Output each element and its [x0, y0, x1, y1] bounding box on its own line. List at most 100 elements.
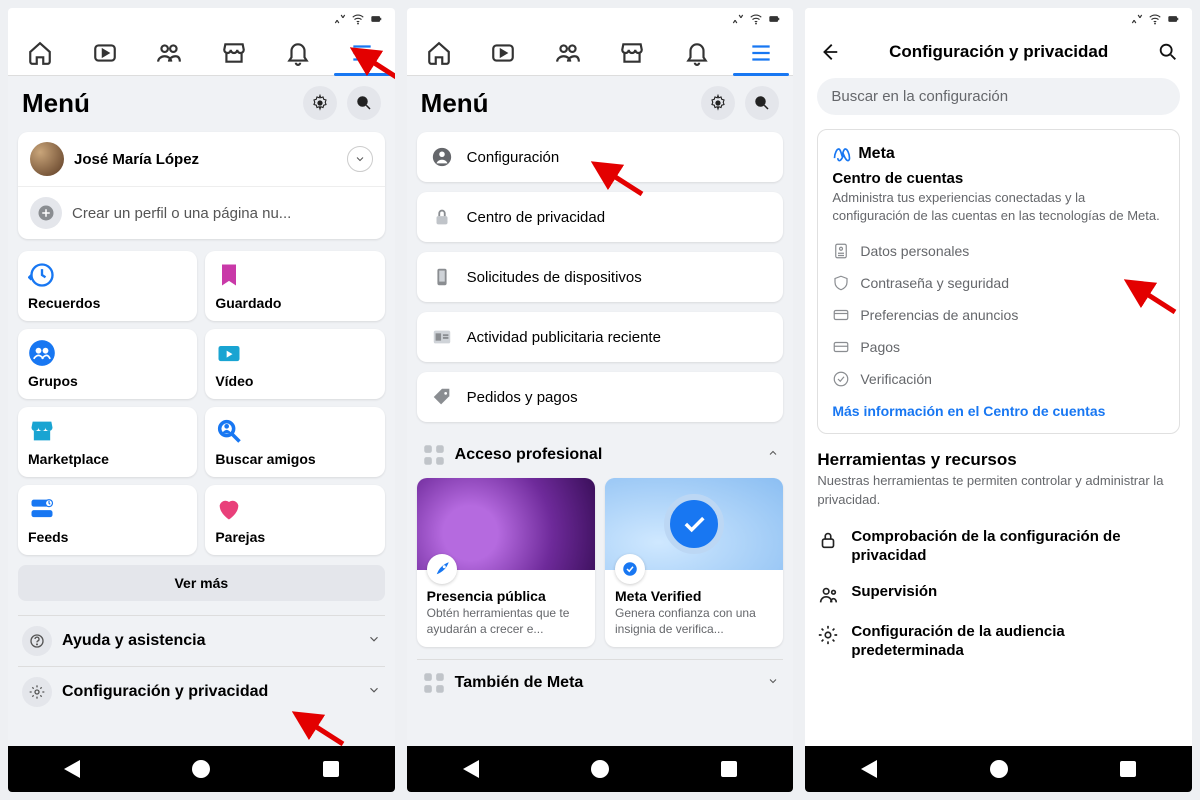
nav-marketplace-icon[interactable] — [600, 30, 664, 75]
verified-badge-icon — [615, 554, 645, 584]
ac-row-verification[interactable]: Verificación — [832, 363, 1165, 395]
android-nav-bar — [407, 746, 794, 792]
chevron-down-icon — [767, 674, 779, 692]
rocket-badge-icon — [427, 554, 457, 584]
tool-label: Supervisión — [851, 582, 937, 602]
pro-card-public-presence[interactable]: Presencia pública Obtén herramientas que… — [417, 478, 595, 647]
android-back-button[interactable] — [463, 760, 479, 778]
settings-item-label: Pedidos y pagos — [467, 389, 578, 406]
device-icon — [429, 264, 455, 290]
android-statusbar — [805, 8, 1192, 30]
profile-switcher-chevron[interactable] — [347, 146, 373, 172]
signal-arrows-icon — [333, 12, 347, 26]
facebook-top-nav — [407, 30, 794, 76]
android-home-button[interactable] — [591, 760, 609, 778]
shortcut-saved[interactable]: Guardado — [205, 251, 384, 321]
help-icon — [22, 626, 52, 656]
shortcut-label: Vídeo — [215, 373, 374, 389]
wifi-icon — [749, 12, 763, 26]
settings-item-ad-activity[interactable]: Actividad publicitaria reciente — [417, 312, 784, 362]
settings-item-privacy-center[interactable]: Centro de privacidad — [417, 192, 784, 242]
ac-row-ad-preferences[interactable]: Preferencias de anuncios — [832, 299, 1165, 331]
user-gear-icon — [429, 144, 455, 170]
meta-brand-label: Meta — [858, 145, 894, 163]
shortcut-groups[interactable]: Grupos — [18, 329, 197, 399]
shortcut-video[interactable]: Vídeo — [205, 329, 384, 399]
shortcut-find-friends[interactable]: Buscar amigos — [205, 407, 384, 477]
memories-icon — [28, 261, 56, 289]
settings-header: Configuración y privacidad — [805, 30, 1192, 78]
nav-menu-icon[interactable] — [729, 30, 793, 75]
shortcut-label: Feeds — [28, 529, 187, 545]
shortcut-dating[interactable]: Parejas — [205, 485, 384, 555]
android-recents-button[interactable] — [1120, 761, 1136, 777]
shortcut-marketplace[interactable]: Marketplace — [18, 407, 197, 477]
video-icon — [215, 339, 243, 367]
section-label: También de Meta — [455, 674, 768, 692]
android-recents-button[interactable] — [721, 761, 737, 777]
ac-row-payments[interactable]: Pagos — [832, 331, 1165, 363]
nav-menu-icon[interactable] — [330, 30, 394, 75]
nav-watch-icon[interactable] — [471, 30, 535, 75]
menu-search-button[interactable] — [745, 86, 779, 120]
tools-description: Nuestras herramientas te permiten contro… — [817, 472, 1180, 508]
profile-name: José María López — [74, 151, 347, 168]
nav-friends-icon[interactable] — [536, 30, 600, 75]
shortcut-memories[interactable]: Recuerdos — [18, 251, 197, 321]
ac-row-password-security[interactable]: Contraseña y seguridad — [832, 267, 1165, 299]
settings-item-label: Centro de privacidad — [467, 209, 605, 226]
professional-access-header[interactable]: Acceso profesional — [417, 432, 784, 478]
tool-label: Comprobación de la configuración de priv… — [851, 527, 1180, 566]
search-button[interactable] — [1154, 38, 1182, 66]
tool-label: Configuración de la audiencia predetermi… — [851, 622, 1180, 661]
android-back-button[interactable] — [861, 760, 877, 778]
settings-item-orders-payments[interactable]: Pedidos y pagos — [417, 372, 784, 422]
android-recents-button[interactable] — [323, 761, 339, 777]
nav-notifications-icon[interactable] — [266, 30, 330, 75]
settings-item-configuration[interactable]: Configuración — [417, 132, 784, 182]
tools-resources-section: Herramientas y recursos Nuestras herrami… — [817, 450, 1180, 668]
verified-check-icon — [664, 494, 724, 554]
help-section[interactable]: Ayuda y asistencia — [18, 615, 385, 666]
nav-home-icon[interactable] — [8, 30, 72, 75]
phone-screenshot-1: Menú José María López Crear un perfil o … — [8, 8, 395, 792]
menu-search-button[interactable] — [347, 86, 381, 120]
ac-row-personal-data[interactable]: Datos personales — [832, 235, 1165, 267]
nav-watch-icon[interactable] — [72, 30, 136, 75]
feeds-icon — [28, 495, 56, 523]
shortcut-feeds[interactable]: Feeds — [18, 485, 197, 555]
settings-item-device-requests[interactable]: Solicitudes de dispositivos — [417, 252, 784, 302]
chevron-up-icon — [767, 446, 779, 464]
see-more-button[interactable]: Ver más — [18, 565, 385, 601]
settings-gear-button[interactable] — [303, 86, 337, 120]
nav-marketplace-icon[interactable] — [201, 30, 265, 75]
meta-logo-icon — [832, 144, 852, 164]
signal-arrows-icon — [731, 12, 745, 26]
tool-row-default-audience[interactable]: Configuración de la audiencia predetermi… — [817, 614, 1180, 669]
tool-row-supervision[interactable]: Supervisión — [817, 574, 1180, 614]
shortcut-label: Marketplace — [28, 451, 187, 467]
android-home-button[interactable] — [192, 760, 210, 778]
settings-search-input[interactable]: Buscar en la configuración — [817, 78, 1180, 115]
ac-row-label: Contraseña y seguridad — [860, 275, 1009, 291]
accounts-center-link[interactable]: Más información en el Centro de cuentas — [832, 403, 1165, 419]
tool-row-privacy-checkup[interactable]: Comprobación de la configuración de priv… — [817, 519, 1180, 574]
create-profile-row[interactable]: Crear un perfil o una página nu... — [18, 187, 385, 239]
tools-title: Herramientas y recursos — [817, 450, 1180, 470]
nav-home-icon[interactable] — [407, 30, 471, 75]
also-meta-header[interactable]: También de Meta — [417, 659, 784, 706]
pro-card-meta-verified[interactable]: Meta Verified Genera confianza con una i… — [605, 478, 783, 647]
android-home-button[interactable] — [990, 760, 1008, 778]
android-nav-bar — [8, 746, 395, 792]
android-back-button[interactable] — [64, 760, 80, 778]
nav-notifications-icon[interactable] — [664, 30, 728, 75]
battery-icon — [1166, 12, 1180, 26]
page-title: Configuración y privacidad — [843, 42, 1154, 62]
settings-gear-button[interactable] — [701, 86, 735, 120]
profile-row[interactable]: José María López — [18, 132, 385, 186]
accounts-center-card[interactable]: Meta Centro de cuentas Administra tus ex… — [817, 129, 1180, 434]
nav-friends-icon[interactable] — [137, 30, 201, 75]
settings-privacy-section[interactable]: Configuración y privacidad — [18, 666, 385, 717]
back-button[interactable] — [815, 38, 843, 66]
ad-activity-icon — [429, 324, 455, 350]
